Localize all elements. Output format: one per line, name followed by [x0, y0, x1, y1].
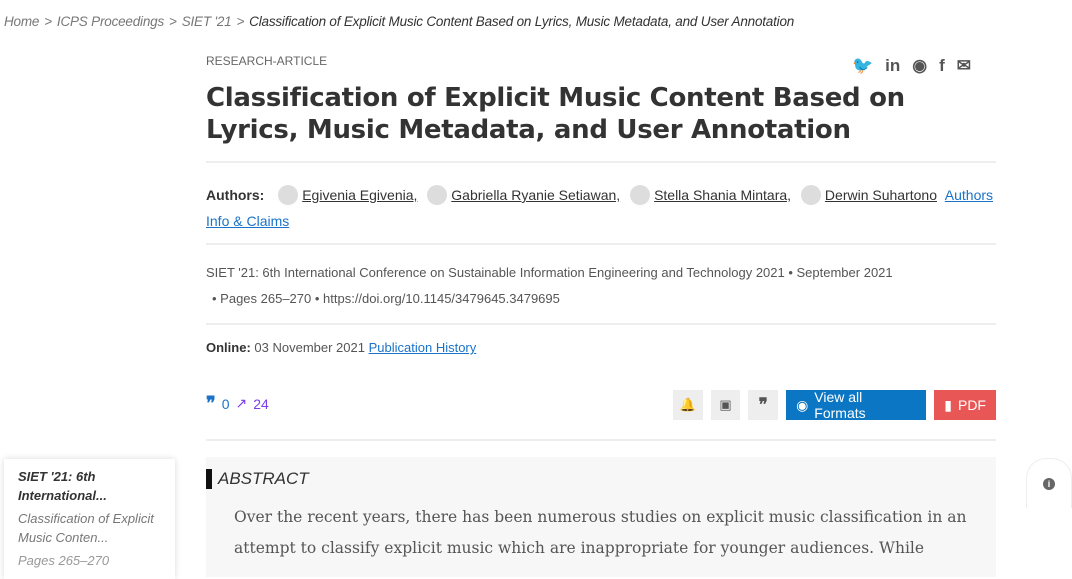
sidebar-conference[interactable]: SIET '21: 6th International...: [18, 467, 161, 505]
pdf-button[interactable]: ▮ PDF: [934, 390, 996, 420]
divider: [206, 243, 996, 245]
info-icon: i: [1043, 477, 1055, 490]
abstract-text: Over the recent years, there has been nu…: [234, 508, 967, 557]
avatar: [278, 185, 299, 205]
email-icon[interactable]: ✉: [957, 56, 971, 76]
share-bar: 🐦 in ◉ f ✉: [852, 56, 971, 76]
sidebar-pages: Pages 265–270: [18, 553, 110, 568]
bell-icon: 🔔: [679, 397, 696, 412]
author-link[interactable]: Gabriella Ryanie Setiawan,: [451, 187, 620, 203]
breadcrumb-home[interactable]: Home: [4, 14, 39, 29]
facebook-icon[interactable]: f: [939, 56, 945, 76]
author-link[interactable]: Stella Shania Mintara,: [654, 187, 791, 203]
abstract-heading: ABSTRACT: [206, 469, 309, 489]
action-buttons: 🔔 ▣ ❞ ◉ View all Formats ▮ PDF: [673, 389, 996, 421]
avatar: [800, 185, 821, 205]
page-title: Classification of Explicit Music Content…: [206, 83, 905, 145]
divider: [206, 161, 996, 163]
view-formats-label: View all Formats: [814, 389, 866, 421]
folder-plus-icon: ▣: [719, 397, 732, 412]
publication-history-link[interactable]: Publication History: [369, 340, 477, 355]
citation-count: 0: [221, 395, 230, 412]
online-date: 03 November 2021: [254, 340, 365, 355]
breadcrumb: Home > ICPS Proceedings > SIET '21 > Classific…: [4, 14, 795, 29]
online-label: Online:: [206, 340, 251, 355]
alert-bell-button[interactable]: 🔔: [673, 390, 703, 420]
article-type: RESEARCH-ARTICLE: [206, 54, 328, 68]
breadcrumb-current: Classification of Explicit Music Content…: [249, 14, 795, 29]
conference-name: SIET '21: 6th International Conference o…: [206, 265, 893, 280]
pdf-icon: ▮: [944, 396, 952, 413]
pages-doi: • Pages 265–270 • https://doi.org/10.114…: [212, 291, 560, 306]
info-tab[interactable]: i: [1026, 458, 1072, 508]
twitter-icon[interactable]: 🐦: [852, 56, 873, 76]
abstract-section: ABSTRACT Over the recent years, there ha…: [206, 457, 996, 577]
conference-info: SIET '21: 6th International Conference o…: [206, 260, 996, 312]
sidebar-title[interactable]: Classification of Explicit Music Conten.…: [18, 509, 161, 547]
downloads-trend-icon: ↗: [235, 395, 248, 411]
avatar: [427, 185, 448, 205]
breadcrumb-icps[interactable]: ICPS Proceedings: [57, 14, 164, 29]
eye-icon: ◉: [796, 396, 809, 413]
linkedin-icon[interactable]: in: [885, 56, 900, 76]
quote-icon: ❞: [758, 395, 768, 414]
metrics: ❞ 0 ↗ 24: [206, 393, 269, 414]
downloads-count: 24: [253, 395, 269, 412]
authors-list: Authors: Egivenia Egivenia, Gabriella Ry…: [206, 182, 996, 234]
cite-button[interactable]: ❞: [748, 390, 779, 420]
pdf-label: PDF: [957, 397, 986, 413]
sidebar-proceedings-card[interactable]: SIET '21: 6th International... Classific…: [4, 459, 175, 579]
divider: [206, 323, 996, 325]
add-to-binder-button[interactable]: ▣: [710, 390, 741, 420]
author-link[interactable]: Egivenia Egivenia,: [302, 187, 417, 203]
authors-label: Authors:: [206, 187, 265, 203]
online-info: Online: 03 November 2021 Publication His…: [206, 340, 476, 355]
avatar: [630, 185, 651, 205]
reddit-icon[interactable]: ◉: [912, 56, 927, 76]
citation-icon: ❞: [206, 393, 216, 413]
divider: [206, 439, 996, 441]
breadcrumb-siet[interactable]: SIET '21: [182, 14, 232, 29]
author-link[interactable]: Derwin Suhartono: [825, 187, 937, 203]
view-all-formats-button[interactable]: ◉ View all Formats: [786, 389, 927, 421]
